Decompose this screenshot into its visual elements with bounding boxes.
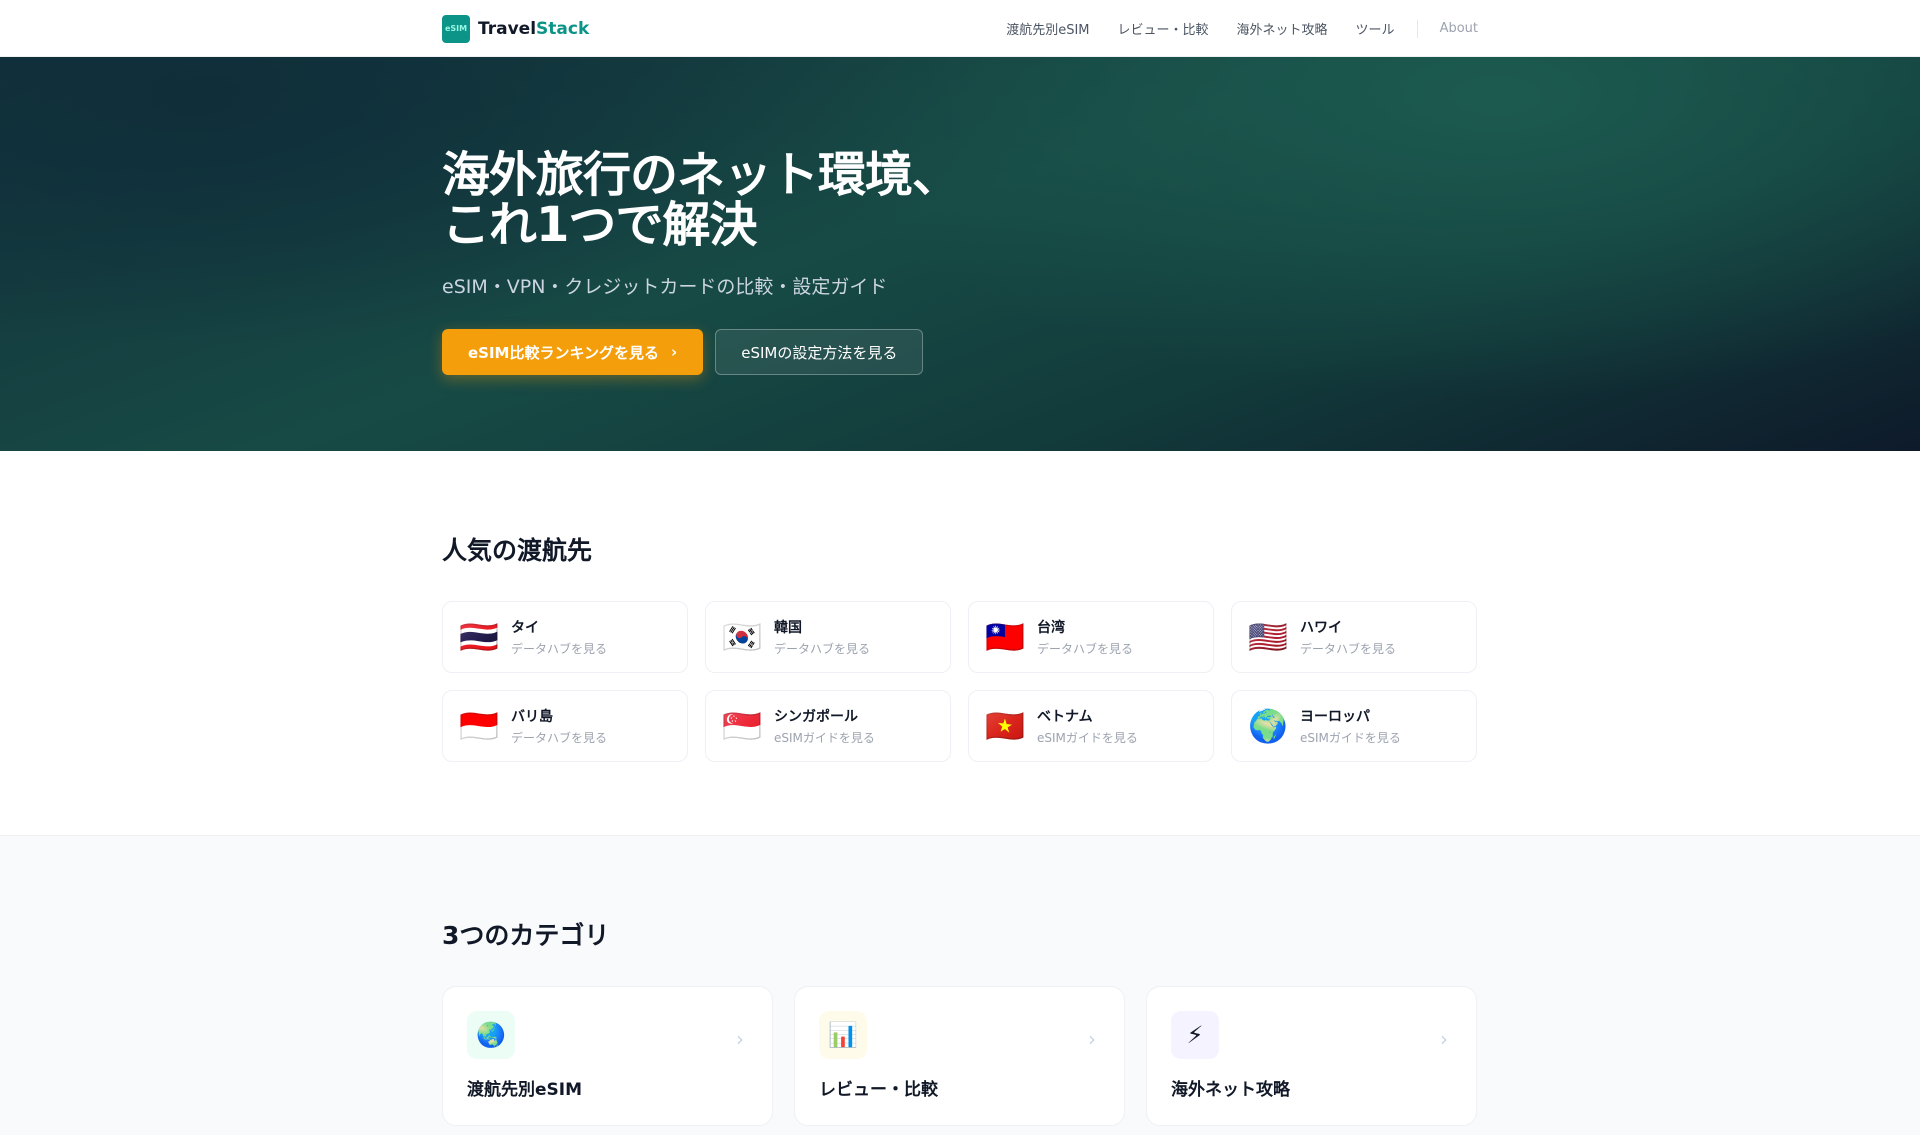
destination-link-text: eSIMガイドを見る [774, 731, 875, 745]
destination-card[interactable]: 🇹🇼 台湾データハブを見る [968, 601, 1214, 673]
destination-card[interactable]: 🌍 ヨーロッパ eSIMガイドを見る [1231, 690, 1477, 762]
section-title: 3つのカテゴリ [442, 921, 610, 950]
flag-icon: 🇻🇳 [985, 707, 1025, 745]
logo-text-accent: Stack [536, 18, 590, 39]
destination-card[interactable]: 🇹🇭 タイデータハブを見る [442, 601, 688, 673]
logo[interactable]: eSIM TravelStack [442, 14, 590, 43]
logo-sim-icon: eSIM [442, 14, 470, 43]
nav-guide[interactable]: 海外ネット攻略 [1237, 19, 1328, 38]
popular-destinations: 人気の渡航先 🇹🇭 タイデータハブを見る 🇰🇷 韓国データハブを見る 🇹🇼 台湾データハブ… [0, 451, 1920, 835]
destination-link-text: データハブを見る [511, 642, 608, 656]
destination-name: ベトナム [1037, 709, 1093, 725]
hero-title: 海外旅行のネット環境、 これ1つで解決 [442, 147, 960, 253]
destination-link-text: データハブを見る [1300, 642, 1397, 656]
category-title: 海外ネット攻略 [1171, 1080, 1290, 1100]
esim-ranking-button[interactable]: eSIM比較ランキングを見る › [442, 329, 704, 375]
destination-link-text: eSIMガイドを見る [1300, 731, 1401, 745]
chevron-right-icon: › [1088, 1027, 1096, 1051]
destination-link-text: eSIMガイドを見る [1037, 731, 1138, 745]
nav-about[interactable]: About [1440, 21, 1478, 36]
category-card[interactable]: 🌏 › 渡航先別eSIM [442, 986, 773, 1126]
flag-icon: 🇰🇷 [722, 618, 762, 656]
destination-card[interactable]: 🇰🇷 韓国データハブを見る [705, 601, 951, 673]
nav-review[interactable]: レビュー・比較 [1118, 19, 1209, 38]
site-header: eSIM TravelStack 渡航先別eSIM レビュー・比較 海外ネット攻… [0, 0, 1920, 57]
category-icon: 📊 [819, 1011, 867, 1059]
flag-icon: 🇹🇼 [985, 618, 1025, 656]
destination-card[interactable]: 🇻🇳 ベトナム eSIMガイドを見る [968, 690, 1214, 762]
destination-name: タイ [511, 620, 539, 636]
chevron-right-icon: › [1440, 1027, 1448, 1051]
destination-card[interactable]: 🇺🇸 ハワイデータハブを見る [1231, 601, 1477, 673]
destination-card[interactable]: 🇸🇬 シンガポール eSIMガイドを見る [705, 690, 951, 762]
category-card[interactable]: ⚡ › 海外ネット攻略 [1146, 986, 1477, 1126]
destination-name: バリ島 [511, 709, 553, 725]
nav-divider [1416, 19, 1418, 38]
hero: 海外旅行のネット環境、 これ1つで解決 eSIM・VPN・クレジットカードの比較・… [0, 57, 1920, 451]
flag-icon: 🇹🇭 [459, 618, 499, 656]
esim-setup-button[interactable]: eSIMの設定方法を見る [715, 329, 924, 375]
flag-icon: 🇮🇩 [459, 707, 499, 745]
flag-icon: 🌍 [1248, 707, 1288, 745]
flag-icon: 🇸🇬 [722, 707, 762, 745]
categories: 3つのカテゴリ 🌏 › 渡航先別eSIM 📊 › レビュー・比較 ⚡ › 海外ネット攻略 [0, 835, 1920, 1135]
destination-name: 韓国 [774, 620, 802, 636]
category-title: 渡航先別eSIM [467, 1080, 583, 1100]
nav-tools[interactable]: ツール [1356, 19, 1395, 38]
hero-subtitle: eSIM・VPN・クレジットカードの比較・設定ガイド [442, 276, 888, 298]
category-title: レビュー・比較 [819, 1080, 938, 1100]
category-icon: ⚡ [1171, 1011, 1219, 1059]
destination-link-text: データハブを見る [774, 642, 871, 656]
destination-link-text: データハブを見る [1037, 642, 1134, 656]
section-title: 人気の渡航先 [442, 536, 593, 565]
destination-name: シンガポール [774, 709, 858, 725]
category-icon: 🌏 [467, 1011, 515, 1059]
logo-text: Travel [478, 18, 537, 39]
category-card[interactable]: 📊 › レビュー・比較 [794, 986, 1125, 1126]
destination-link-text: データハブを見る [511, 731, 608, 745]
destination-name: 台湾 [1037, 620, 1065, 636]
destination-name: ハワイ [1300, 620, 1342, 636]
main-nav: 渡航先別eSIM レビュー・比較 海外ネット攻略 ツール About [1006, 19, 1478, 38]
nav-esim[interactable]: 渡航先別eSIM [1006, 19, 1089, 38]
chevron-right-icon: › [736, 1027, 744, 1051]
flag-icon: 🇺🇸 [1248, 618, 1288, 656]
chevron-right-icon: › [671, 343, 678, 361]
destination-name: ヨーロッパ [1300, 709, 1370, 725]
destination-card[interactable]: 🇮🇩 バリ島データハブを見る [442, 690, 688, 762]
